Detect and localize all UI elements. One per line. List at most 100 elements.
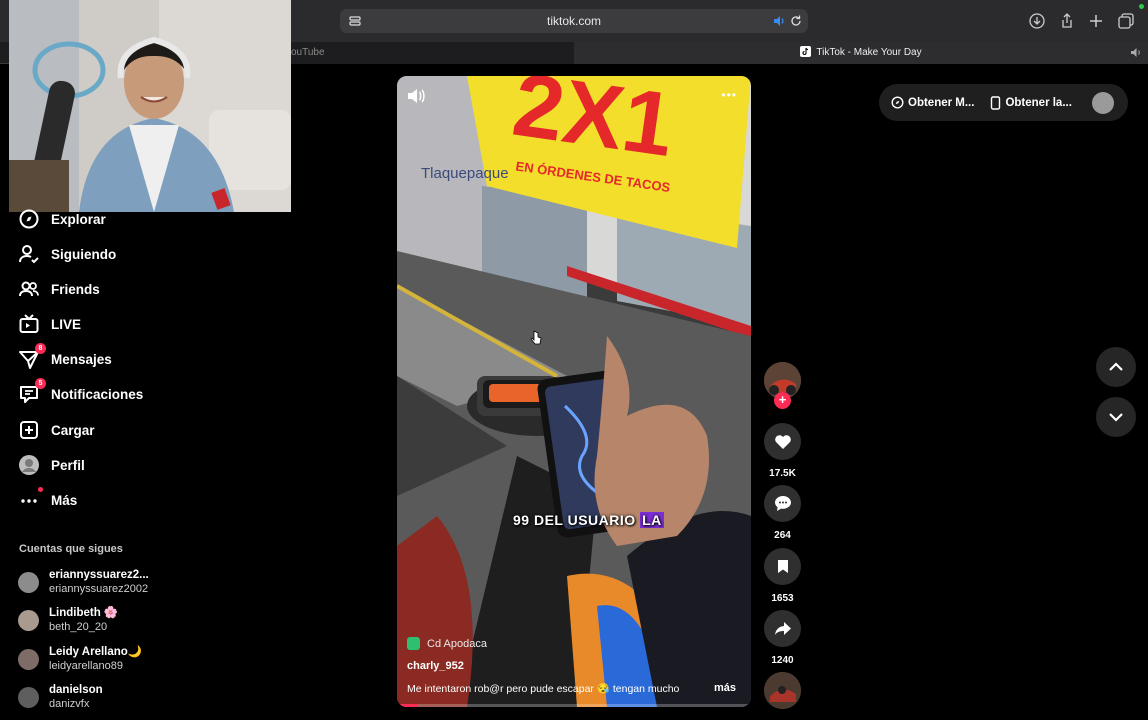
video-player[interactable]: 2X1 EN ÓRDENES DE TACOS Tlaquepaque ••• …: [397, 76, 751, 707]
followed-account[interactable]: danielson danizvfx: [18, 683, 103, 711]
share-count: 1240: [771, 655, 794, 666]
followed-account[interactable]: eriannyssuarez2... eriannyssuarez2002: [18, 568, 149, 596]
sidebar-item-friends[interactable]: Friends: [18, 277, 100, 301]
comment-icon: [774, 496, 791, 511]
location-tag[interactable]: Cd Apodaca: [407, 637, 487, 650]
status-dot: [1139, 4, 1144, 9]
sidebar-item-label: Explorar: [51, 211, 106, 227]
sidebar-item-explorar[interactable]: Explorar: [18, 207, 106, 231]
sidebar-item-siguiendo[interactable]: Siguiendo: [18, 242, 116, 266]
sidebar-item-label: Más: [51, 492, 78, 508]
video-progress-bar[interactable]: [397, 704, 751, 707]
location-text: Cd Apodaca: [427, 637, 487, 650]
follow-button[interactable]: +: [774, 392, 791, 409]
webcam-image: [9, 0, 291, 212]
location-pin-icon: [407, 637, 420, 650]
store-text: Tlaquepaque: [421, 165, 509, 182]
tab-audio-icon[interactable]: [1129, 46, 1142, 59]
following-section-title: Cuentas que sigues: [19, 543, 123, 555]
save-button[interactable]: [764, 548, 801, 585]
volume-icon[interactable]: [406, 87, 426, 105]
previous-video-button[interactable]: [1096, 347, 1136, 387]
user-avatar[interactable]: [1092, 92, 1114, 114]
subtitle-main: 99 DEL USUARIO: [513, 512, 636, 528]
like-action[interactable]: 17.5K: [764, 423, 801, 479]
more-icon-wrap: [18, 487, 43, 511]
sidebar-item-mas[interactable]: Más: [18, 487, 78, 512]
account-name: eriannyssuarez2...: [49, 569, 149, 581]
sidebar-item-label: Friends: [51, 281, 100, 297]
next-video-button[interactable]: [1096, 397, 1136, 437]
download-icon[interactable]: [1028, 12, 1046, 30]
sidebar-item-label: Notificaciones: [51, 386, 144, 402]
account-name: Leidy Arellano🌙: [49, 646, 143, 658]
bookmark-icon: [777, 560, 788, 573]
tab-tiktok[interactable]: TikTok - Make Your Day: [574, 42, 1148, 64]
video-frame: 2X1 EN ÓRDENES DE TACOS Tlaquepaque: [397, 76, 751, 707]
get-mobile-app-button[interactable]: Obtener la...: [990, 95, 1072, 110]
get-mobile-app-label: Obtener la...: [1005, 96, 1072, 109]
account-handle: danizvfx: [49, 698, 90, 710]
sidebar-item-label: Mensajes: [51, 351, 112, 367]
messages-icon-wrap: 8: [18, 343, 46, 370]
subtitle-highlight: LA: [640, 512, 664, 528]
webcam-overlay: [9, 0, 291, 212]
avatar: [18, 686, 39, 708]
avatar: [18, 648, 39, 670]
chevron-up-icon: [1109, 362, 1123, 371]
sidebar-item-live[interactable]: LIVE: [18, 312, 81, 336]
audio-playing-icon[interactable]: [772, 14, 786, 28]
music-disc-image: [764, 672, 801, 709]
chevron-down-icon: [1109, 413, 1123, 422]
tab-overview-icon[interactable]: [1117, 12, 1135, 30]
friends-icon: [19, 281, 39, 297]
account-handle: eriannyssuarez2002: [49, 583, 149, 595]
share-action[interactable]: 1240: [764, 610, 801, 666]
video-author[interactable]: charly_952: [407, 660, 464, 672]
account-handle: leidyarellano89: [49, 660, 123, 672]
address-bar[interactable]: tiktok.com: [340, 9, 808, 33]
like-button[interactable]: [764, 423, 801, 460]
compass-small-icon: [891, 96, 904, 109]
notifications-icon-wrap: 5: [18, 378, 46, 405]
save-count: 1653: [771, 593, 794, 604]
upload-icon: [20, 421, 38, 439]
account-name: danielson: [49, 684, 103, 696]
share-button[interactable]: [764, 610, 801, 647]
avatar: [18, 571, 39, 593]
tab-youtube[interactable]: ouTube: [291, 42, 574, 64]
sidebar-item-cargar[interactable]: Cargar: [18, 418, 95, 442]
video-options-button[interactable]: •••: [721, 88, 737, 102]
video-progress-fill: [397, 704, 419, 707]
comment-action[interactable]: 264: [764, 485, 801, 541]
account-handle: beth_20_20: [49, 621, 108, 633]
profile-avatar: [19, 455, 39, 475]
sidebar-item-notificaciones[interactable]: 5 Notificaciones: [18, 378, 144, 406]
live-tv-icon: [19, 314, 39, 333]
music-disc-avatar[interactable]: [764, 672, 801, 709]
sidebar-item-mensajes[interactable]: 8 Mensajes: [18, 343, 112, 371]
messages-badge: 8: [35, 343, 46, 354]
new-tab-icon[interactable]: [1087, 12, 1105, 30]
sidebar-item-label: Siguiendo: [51, 246, 117, 262]
sidebar-item-label: Perfil: [51, 457, 85, 473]
get-desktop-app-button[interactable]: Obtener M...: [891, 96, 974, 109]
user-follow-icon: [19, 245, 39, 264]
tab-label: ouTube: [291, 47, 325, 58]
get-app-pill: Obtener M... Obtener la...: [879, 84, 1128, 121]
sidebar-item-perfil[interactable]: Perfil: [18, 453, 85, 477]
tab-label: TikTok - Make Your Day: [816, 47, 922, 58]
comment-button[interactable]: [764, 485, 801, 522]
share-icon[interactable]: [1058, 12, 1076, 30]
compass-icon: [19, 209, 39, 229]
followed-account[interactable]: Leidy Arellano🌙 leidyarellano89: [18, 645, 142, 673]
more-dot: [38, 487, 43, 492]
account-name: Lindibeth 🌸: [49, 607, 119, 619]
save-action[interactable]: 1653: [764, 548, 801, 604]
reload-icon[interactable]: [789, 14, 803, 28]
followed-account[interactable]: Lindibeth 🌸 beth_20_20: [18, 606, 118, 634]
url-text: tiktok.com: [546, 14, 601, 28]
video-description: Me intentaron rob@r pero pude escapar 😪 …: [407, 683, 680, 695]
video-subtitle: 99 DEL USUARIO LA: [513, 512, 664, 528]
more-link[interactable]: más: [714, 682, 736, 694]
